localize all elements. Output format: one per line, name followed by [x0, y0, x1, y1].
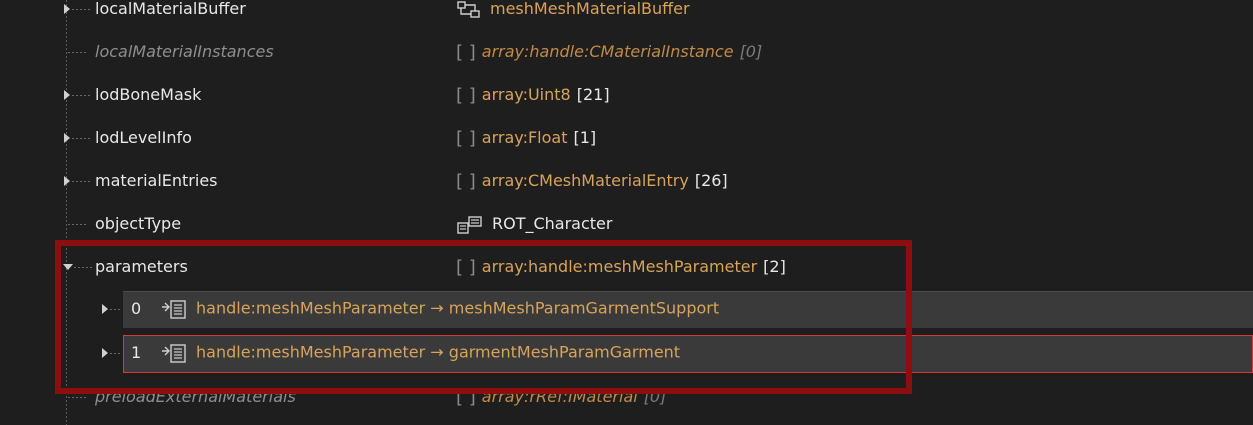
property-type: array:handle:meshMeshParameter: [481, 257, 758, 276]
tree-row-localMaterialInstances[interactable]: localMaterialInstances [ ] array:handle:C…: [0, 34, 1253, 70]
array-count: [26]: [694, 171, 728, 190]
tree-connector: [110, 353, 122, 354]
enum-value: ROT_Character: [492, 214, 613, 233]
array-index: 1: [131, 343, 142, 362]
child-value: handle:meshMeshParameter → meshMeshParam…: [160, 298, 719, 320]
expand-arrow-icon[interactable]: [64, 176, 70, 186]
arrow-icon: →: [430, 342, 444, 362]
expand-arrow-icon[interactable]: [102, 348, 108, 358]
array-icon: [ ]: [456, 85, 476, 106]
property-name: lodBoneMask: [95, 85, 202, 104]
tree-connector: [68, 397, 88, 398]
array-index: 0: [131, 299, 142, 318]
tree-connector: [72, 9, 92, 10]
tree-row-objectType[interactable]: objectType ROT_Character: [0, 206, 1253, 242]
tree-row-preloadExternalMaterials[interactable]: preloadExternalMaterials [ ] array:rRef:I…: [0, 379, 1253, 415]
array-count: [21]: [576, 85, 610, 104]
property-name: parameters: [95, 257, 188, 276]
handle-icon: [162, 344, 186, 363]
array-count: [0]: [739, 42, 763, 61]
tree-connector: [72, 181, 92, 182]
property-type: array:handle:CMaterialInstance: [481, 42, 734, 61]
array-icon: [ ]: [456, 257, 476, 278]
child-value: handle:meshMeshParameter → garmentMeshPa…: [160, 342, 680, 364]
tree-row-lodLevelInfo[interactable]: lodLevelInfo [ ] array:Float [1]: [0, 120, 1253, 156]
tree-connector: [68, 224, 88, 225]
property-value: meshMeshMaterialBuffer: [456, 0, 690, 20]
array-icon: [ ]: [456, 128, 476, 149]
property-name: localMaterialInstances: [95, 42, 274, 61]
property-name: materialEntries: [95, 171, 218, 190]
handle-target: meshMeshParamGarmentSupport: [448, 298, 720, 318]
tree-row-parameters[interactable]: parameters [ ] array:handle:meshMeshParam…: [0, 249, 1253, 285]
property-name: localMaterialBuffer: [95, 0, 246, 18]
property-value: ROT_Character: [456, 214, 612, 235]
property-type: array:Float: [481, 128, 568, 147]
tree-connector: [72, 95, 92, 96]
struct-icon: [457, 0, 480, 18]
tree-connector: [110, 309, 122, 310]
handle-type: handle:meshMeshParameter: [196, 298, 426, 318]
expand-arrow-icon[interactable]: [64, 4, 70, 14]
property-name: preloadExternalMaterials: [95, 387, 296, 406]
tree-child-row-selected[interactable]: 1 handle:meshMeshParameter → garmentMesh…: [0, 335, 1253, 373]
array-icon: [ ]: [456, 387, 476, 408]
property-type: meshMeshMaterialBuffer: [490, 0, 690, 18]
tree-row-localMaterialBuffer[interactable]: localMaterialBuffer meshMeshMaterialBuff…: [0, 0, 1253, 27]
property-type: array:Uint8: [481, 85, 571, 104]
property-type: array:rRef:IMaterial: [481, 387, 638, 406]
array-count: [0]: [643, 387, 667, 406]
property-value: [ ] array:Uint8 [21]: [456, 85, 610, 106]
expand-arrow-icon[interactable]: [64, 133, 70, 143]
property-value: [ ] array:CMeshMaterialEntry [26]: [456, 171, 728, 192]
handle-type: handle:meshMeshParameter: [196, 342, 426, 362]
tree-connector: [74, 267, 94, 268]
arrow-icon: →: [430, 298, 444, 318]
array-icon: [ ]: [456, 42, 476, 63]
expand-arrow-icon[interactable]: [64, 90, 70, 100]
tree-row-materialEntries[interactable]: materialEntries [ ] array:CMeshMaterialEn…: [0, 163, 1253, 199]
tree-connector: [68, 52, 88, 53]
property-name: lodLevelInfo: [95, 128, 192, 147]
property-value: [ ] array:Float [1]: [456, 128, 596, 149]
handle-icon: [162, 300, 186, 319]
enum-icon: [457, 215, 482, 234]
property-type: array:CMeshMaterialEntry: [481, 171, 689, 190]
property-value: [ ] array:handle:CMaterialInstance [0]: [456, 42, 762, 63]
property-value: [ ] array:handle:meshMeshParameter [2]: [456, 257, 786, 278]
array-icon: [ ]: [456, 171, 476, 192]
property-name: objectType: [95, 214, 182, 233]
array-count: [2]: [763, 257, 786, 276]
tree-connector: [72, 138, 92, 139]
property-value: [ ] array:rRef:IMaterial [0]: [456, 387, 666, 408]
collapse-arrow-icon[interactable]: [63, 264, 73, 270]
handle-target: garmentMeshParamGarment: [448, 342, 681, 362]
expand-arrow-icon[interactable]: [102, 304, 108, 314]
tree-row-lodBoneMask[interactable]: lodBoneMask [ ] array:Uint8 [21]: [0, 77, 1253, 113]
array-count: [1]: [573, 128, 597, 147]
tree-child-row[interactable]: 0 handle:meshMeshParameter → meshMeshPar…: [0, 291, 1253, 328]
